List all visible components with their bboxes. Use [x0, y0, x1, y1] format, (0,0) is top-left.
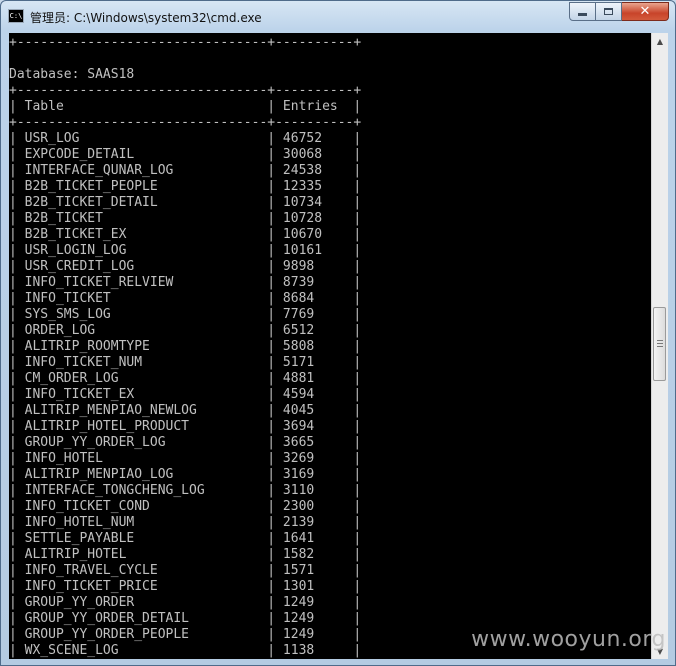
console-line: +--------------------------------+------…	[9, 35, 362, 50]
console-line: +--------------------------------+------…	[9, 115, 362, 130]
cmd-app-icon[interactable]: C:\	[8, 9, 24, 23]
caption-buttons: ✕	[569, 2, 669, 22]
console-line: | B2B_TICKET_EX | 10670 |	[9, 227, 362, 242]
console-line: | INTERFACE_QUNAR_LOG | 24538 |	[9, 163, 362, 178]
scroll-up-arrow-icon: ▲	[656, 36, 664, 46]
console-line: | SETTLE_PAYABLE | 1641 |	[9, 531, 362, 546]
console-line: | INFO_HOTEL | 3269 |	[9, 451, 362, 466]
console-line: | SYS_SMS_LOG | 7769 |	[9, 307, 362, 322]
console-line: | GROUP_YY_ORDER_DETAIL | 1249 |	[9, 611, 362, 626]
console-line: | USR_LOG | 46752 |	[9, 131, 362, 146]
console-line: | INFO_TICKET_COND | 2300 |	[9, 499, 362, 514]
console-line: | INFO_TICKET_RELVIEW | 8739 |	[9, 275, 362, 290]
console-area[interactable]: +--------------------------------+------…	[9, 33, 651, 659]
console-line: | INFO_TICKET | 8684 |	[9, 291, 362, 306]
console-line: | ALITRIP_HOTEL | 1582 |	[9, 547, 362, 562]
console-output: +--------------------------------+------…	[9, 33, 651, 659]
close-icon: ✕	[639, 4, 651, 19]
scrollbar-thumb[interactable]	[653, 307, 666, 381]
console-line: | INTERFACE_TONGCHENG_LOG | 3110 |	[9, 483, 362, 498]
maximize-button[interactable]	[596, 2, 622, 21]
console-line: | B2B_TICKET_DETAIL | 10734 |	[9, 195, 362, 210]
title-bar[interactable]: C:\ 管理员: C:\Windows\system32\cmd.exe ✕	[1, 1, 675, 33]
console-line: | INFO_TRAVEL_CYCLE | 1571 |	[9, 563, 362, 578]
console-line: | USR_LOGIN_LOG | 10161 |	[9, 243, 362, 258]
console-line: | USR_CREDIT_LOG | 9898 |	[9, 259, 362, 274]
maximize-icon	[604, 8, 613, 15]
console-line: | Table | Entries |	[9, 99, 362, 114]
console-line: | ORDER_LOG | 6512 |	[9, 323, 362, 338]
scroll-up-button[interactable]: ▲	[652, 33, 668, 49]
watermark: www.wooyun.org	[471, 627, 666, 652]
window-title: 管理员: C:\Windows\system32\cmd.exe	[30, 11, 262, 25]
cmd-window: C:\ 管理员: C:\Windows\system32\cmd.exe ✕ +…	[0, 0, 676, 666]
console-line: | ALITRIP_MENPIAO_LOG | 3169 |	[9, 467, 362, 482]
console-line: | GROUP_YY_ORDER_LOG | 3665 |	[9, 435, 362, 450]
console-line: Database: SAAS18	[9, 67, 135, 82]
close-button[interactable]: ✕	[622, 2, 669, 21]
console-line: | ALITRIP_MENPIAO_NEWLOG | 4045 |	[9, 403, 362, 418]
console-line: +--------------------------------+------…	[9, 83, 362, 98]
thumb-grip-icon	[657, 340, 663, 348]
console-line: | GROUP_YY_ORDER | 1249 |	[9, 595, 362, 610]
console-line: | GROUP_YY_ORDER_PEOPLE | 1249 |	[9, 627, 362, 642]
console-line: | CM_ORDER_LOG | 4881 |	[9, 371, 362, 386]
console-line: | ALITRIP_HOTEL_PRODUCT | 3694 |	[9, 419, 362, 434]
console-line: | INFO_TICKET_PRICE | 1301 |	[9, 579, 362, 594]
minimize-icon	[578, 13, 587, 16]
console-line: | B2B_TICKET_PEOPLE | 12335 |	[9, 179, 362, 194]
console-line: | INFO_TICKET_NUM | 5171 |	[9, 355, 362, 370]
console-line: | INFO_HOTEL_NUM | 2139 |	[9, 515, 362, 530]
vertical-scrollbar[interactable]: ▲ ▼	[651, 33, 668, 659]
console-line: | EXPCODE_DETAIL | 30068 |	[9, 147, 362, 162]
console-line: | INFO_TICKET_EX | 4594 |	[9, 387, 362, 402]
console-line: | B2B_TICKET | 10728 |	[9, 211, 362, 226]
minimize-button[interactable]	[569, 2, 596, 21]
console-line: | WX_SCENE_LOG | 1138 |	[9, 643, 362, 658]
console-line: | ALITRIP_ROOMTYPE | 5808 |	[9, 339, 362, 354]
